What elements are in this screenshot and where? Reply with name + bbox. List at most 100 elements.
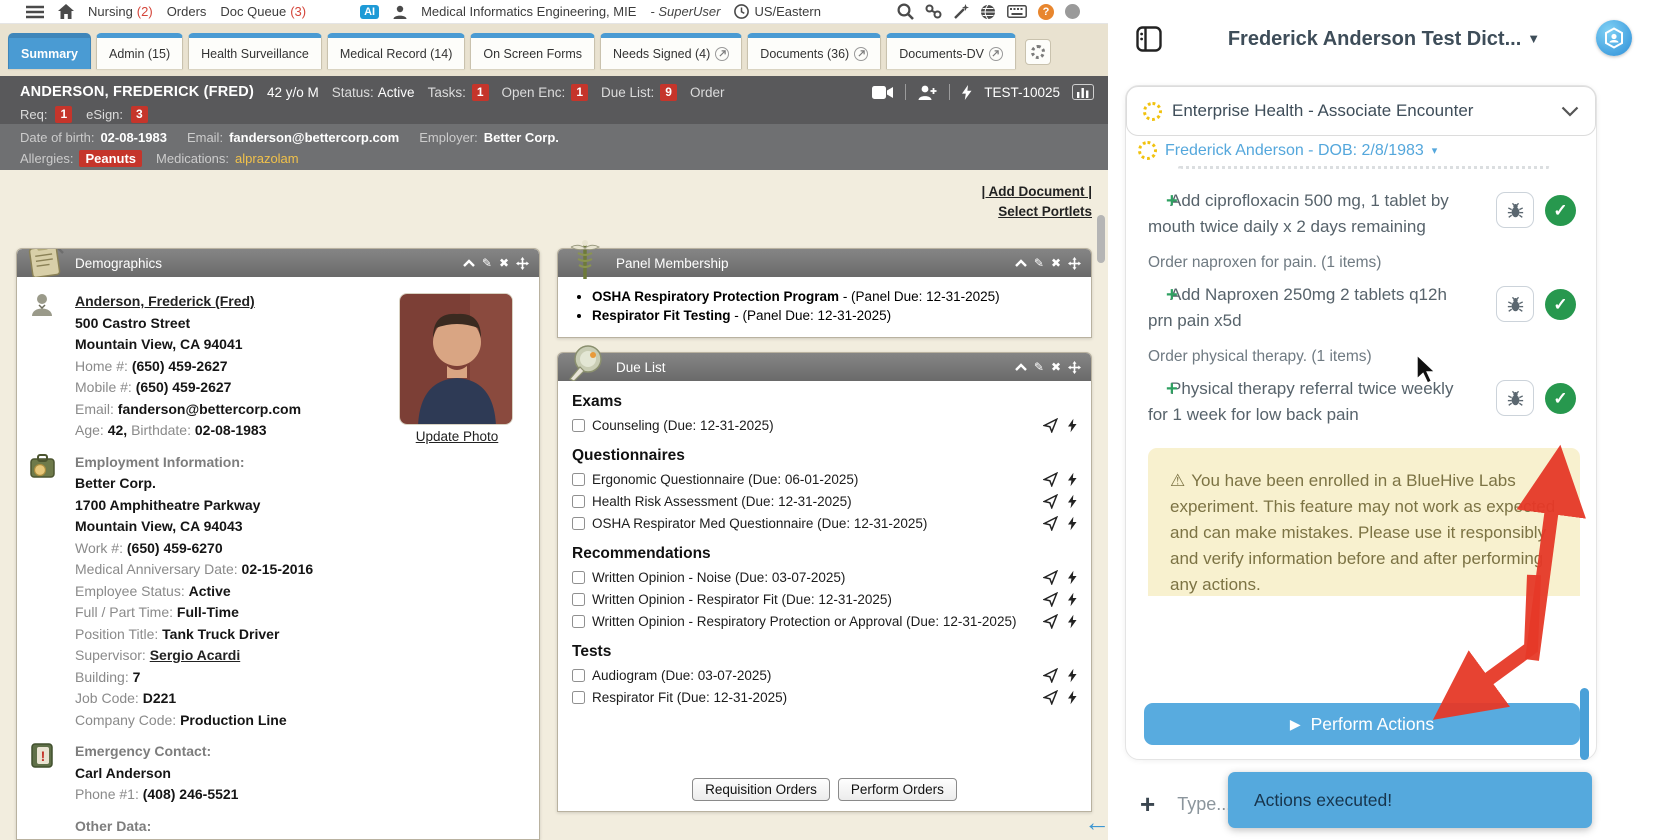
- nav-orders[interactable]: Orders: [167, 4, 207, 19]
- collapse-icon[interactable]: [1015, 363, 1027, 371]
- edit-icon[interactable]: ✎: [1034, 360, 1044, 374]
- external-link-icon[interactable]: [715, 47, 729, 61]
- timezone-selector[interactable]: US/Eastern: [734, 4, 820, 19]
- tab-medical-record[interactable]: Medical Record (14): [327, 33, 466, 69]
- debug-button[interactable]: [1496, 380, 1534, 416]
- video-camera-icon[interactable]: [872, 86, 893, 99]
- edit-icon[interactable]: ✎: [482, 256, 492, 270]
- close-icon[interactable]: ✖: [1051, 256, 1061, 270]
- due-item-checkbox[interactable]: [572, 419, 585, 432]
- allergy-badge[interactable]: Peanuts: [79, 150, 142, 167]
- send-icon[interactable]: [1043, 472, 1058, 487]
- demographics-portlet-header[interactable]: Demographics ✎ ✖: [17, 249, 539, 277]
- collapse-panel-arrow[interactable]: ←: [1084, 808, 1110, 836]
- perform-bolt-icon[interactable]: [1068, 592, 1077, 607]
- medication-value[interactable]: alprazolam: [235, 151, 299, 166]
- due-item-checkbox[interactable]: [572, 571, 585, 584]
- perform-bolt-icon[interactable]: [1068, 614, 1077, 629]
- perform-bolt-icon[interactable]: [1068, 472, 1077, 487]
- esign-count-badge[interactable]: 3: [131, 106, 148, 123]
- close-icon[interactable]: ✖: [499, 256, 509, 270]
- order-link[interactable]: Order: [690, 85, 725, 100]
- external-link-icon[interactable]: [989, 47, 1003, 61]
- move-icon[interactable]: [1068, 257, 1081, 270]
- perform-bolt-icon[interactable]: [1068, 570, 1077, 585]
- home-icon[interactable]: [58, 4, 74, 19]
- lightning-icon[interactable]: [962, 85, 972, 100]
- send-icon[interactable]: [1043, 592, 1058, 607]
- tab-documents[interactable]: Documents (36): [747, 33, 881, 69]
- chart-icon[interactable]: [1072, 84, 1094, 100]
- hamburger-menu-icon[interactable]: [26, 5, 44, 19]
- tab-documents-dv[interactable]: Documents-DV: [886, 33, 1016, 69]
- tab-needs-signed[interactable]: Needs Signed (4): [600, 33, 742, 69]
- external-link-icon[interactable]: [854, 47, 868, 61]
- add-person-icon[interactable]: [918, 85, 937, 100]
- add-document-link[interactable]: | Add Document |: [981, 184, 1092, 199]
- organization-name[interactable]: Medical Informatics Engineering, MIE: [421, 4, 636, 19]
- send-icon[interactable]: [1043, 614, 1058, 629]
- assistant-title: Frederick Anderson Test Dict...: [1228, 28, 1521, 50]
- panel-membership-header[interactable]: Panel Membership ✎ ✖: [558, 249, 1091, 277]
- select-portlets-link[interactable]: Select Portlets: [998, 204, 1092, 219]
- close-icon[interactable]: ✖: [1051, 360, 1061, 374]
- patient-name[interactable]: ANDERSON, FREDERICK (FRED): [20, 84, 254, 100]
- debug-button[interactable]: [1496, 192, 1534, 228]
- move-icon[interactable]: [1068, 361, 1081, 374]
- requisition-orders-button[interactable]: Requisition Orders: [692, 778, 830, 801]
- perform-bolt-icon[interactable]: [1068, 418, 1077, 433]
- wand-icon[interactable]: [953, 4, 969, 20]
- move-icon[interactable]: [516, 257, 529, 270]
- due-list-header[interactable]: Due List ✎ ✖: [558, 353, 1091, 381]
- help-icon[interactable]: ?: [1038, 4, 1054, 20]
- patient-context-link[interactable]: Frederick Anderson - DOB: 2/8/1983 ▾: [1138, 141, 1437, 160]
- tab-on-screen-forms[interactable]: On Screen Forms: [470, 33, 595, 69]
- due-item-checkbox[interactable]: [572, 615, 585, 628]
- debug-button[interactable]: [1496, 286, 1534, 322]
- perform-bolt-icon[interactable]: [1068, 516, 1077, 531]
- perform-actions-button[interactable]: ▶ Perform Actions: [1144, 703, 1580, 745]
- send-icon[interactable]: [1043, 516, 1058, 531]
- supervisor-link[interactable]: Sergio Acardi: [150, 647, 241, 663]
- patient-name-link[interactable]: Anderson, Frederick (Fred): [75, 293, 255, 309]
- nav-doc-queue[interactable]: Doc Queue(3): [220, 4, 306, 19]
- app-scrollbar-thumb[interactable]: [1097, 215, 1105, 263]
- due-item-checkbox[interactable]: [572, 473, 585, 486]
- due-list-count-badge[interactable]: 9: [660, 84, 677, 101]
- collapse-icon[interactable]: [1015, 259, 1027, 267]
- due-item-checkbox[interactable]: [572, 593, 585, 606]
- link-icon[interactable]: [925, 4, 942, 19]
- tab-admin[interactable]: Admin (15): [96, 33, 183, 69]
- encounter-select[interactable]: Enterprise Health - Associate Encounter: [1126, 86, 1596, 136]
- tasks-count-badge[interactable]: 1: [472, 84, 489, 101]
- send-icon[interactable]: [1043, 570, 1058, 585]
- keyboard-icon[interactable]: [1007, 5, 1027, 18]
- due-item-checkbox[interactable]: [572, 517, 585, 530]
- tab-settings-button[interactable]: [1025, 39, 1051, 65]
- globe-icon[interactable]: [980, 4, 996, 20]
- perform-bolt-icon[interactable]: [1068, 494, 1077, 509]
- send-icon[interactable]: [1043, 418, 1058, 433]
- perform-bolt-icon[interactable]: [1068, 668, 1077, 683]
- perform-orders-button[interactable]: Perform Orders: [838, 778, 957, 801]
- assistant-title-dropdown[interactable]: Frederick Anderson Test Dict...▼: [1108, 28, 1660, 51]
- search-icon[interactable]: [897, 3, 914, 20]
- send-icon[interactable]: [1043, 690, 1058, 705]
- perform-bolt-icon[interactable]: [1068, 690, 1077, 705]
- edit-icon[interactable]: ✎: [1034, 256, 1044, 270]
- req-count-badge[interactable]: 1: [55, 106, 72, 123]
- patient-id[interactable]: TEST-10025: [984, 85, 1060, 100]
- send-icon[interactable]: [1043, 668, 1058, 683]
- assistant-avatar[interactable]: [1596, 20, 1632, 56]
- tab-health-surveillance[interactable]: Health Surveillance: [188, 33, 322, 69]
- open-enc-count-badge[interactable]: 1: [571, 84, 588, 101]
- panel-scrollbar-thumb[interactable]: [1580, 688, 1589, 760]
- collapse-icon[interactable]: [463, 259, 475, 267]
- due-item-checkbox[interactable]: [572, 669, 585, 682]
- due-item-checkbox[interactable]: [572, 495, 585, 508]
- send-icon[interactable]: [1043, 494, 1058, 509]
- due-item-checkbox[interactable]: [572, 691, 585, 704]
- nav-nursing[interactable]: Nursing(2): [88, 4, 153, 19]
- attach-plus-button[interactable]: +: [1140, 791, 1155, 817]
- tab-summary[interactable]: Summary: [8, 33, 91, 69]
